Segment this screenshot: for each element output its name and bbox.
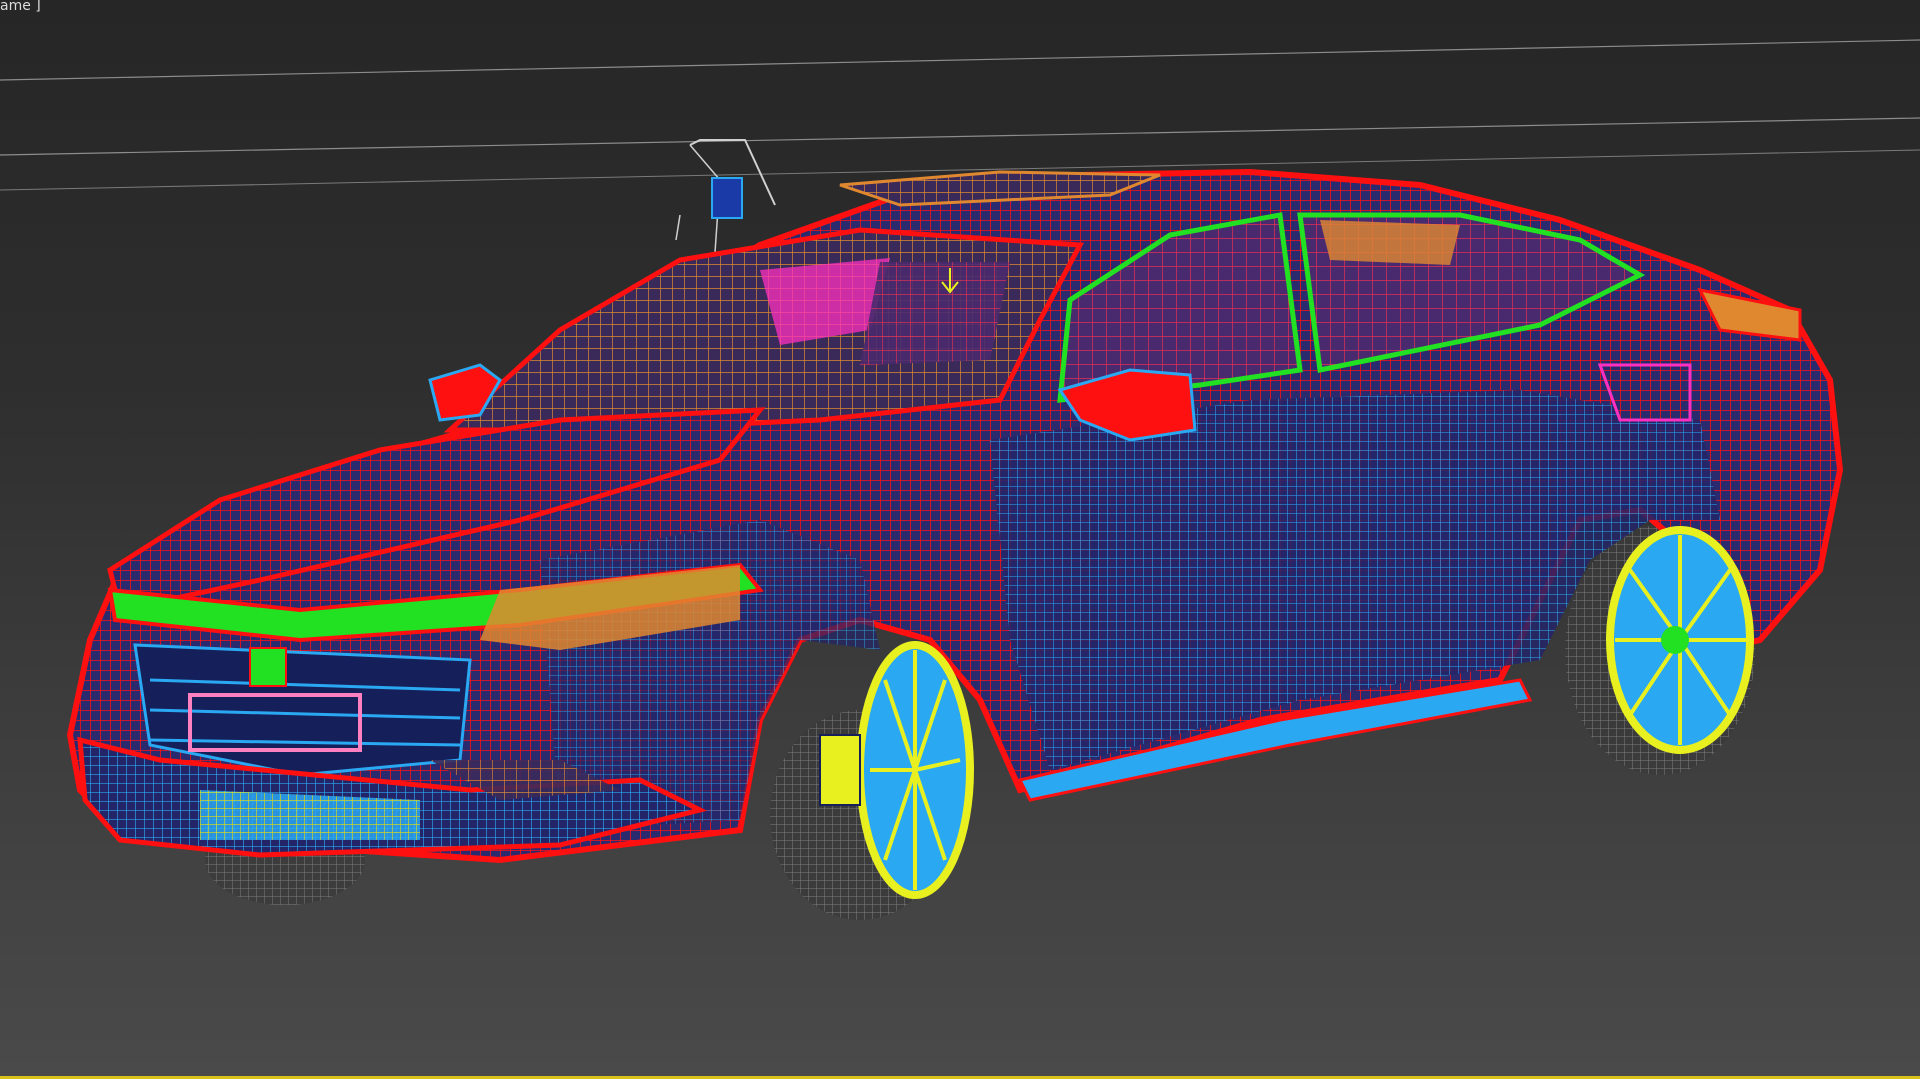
grid-line (0, 39, 1920, 81)
viewport-3d[interactable]: ame ] (0, 0, 1920, 1079)
windshield (443, 227, 1085, 433)
grid-line (0, 117, 1920, 156)
rear-wheel[interactable] (1606, 526, 1754, 754)
scene-canvas[interactable] (0, 0, 1920, 1079)
